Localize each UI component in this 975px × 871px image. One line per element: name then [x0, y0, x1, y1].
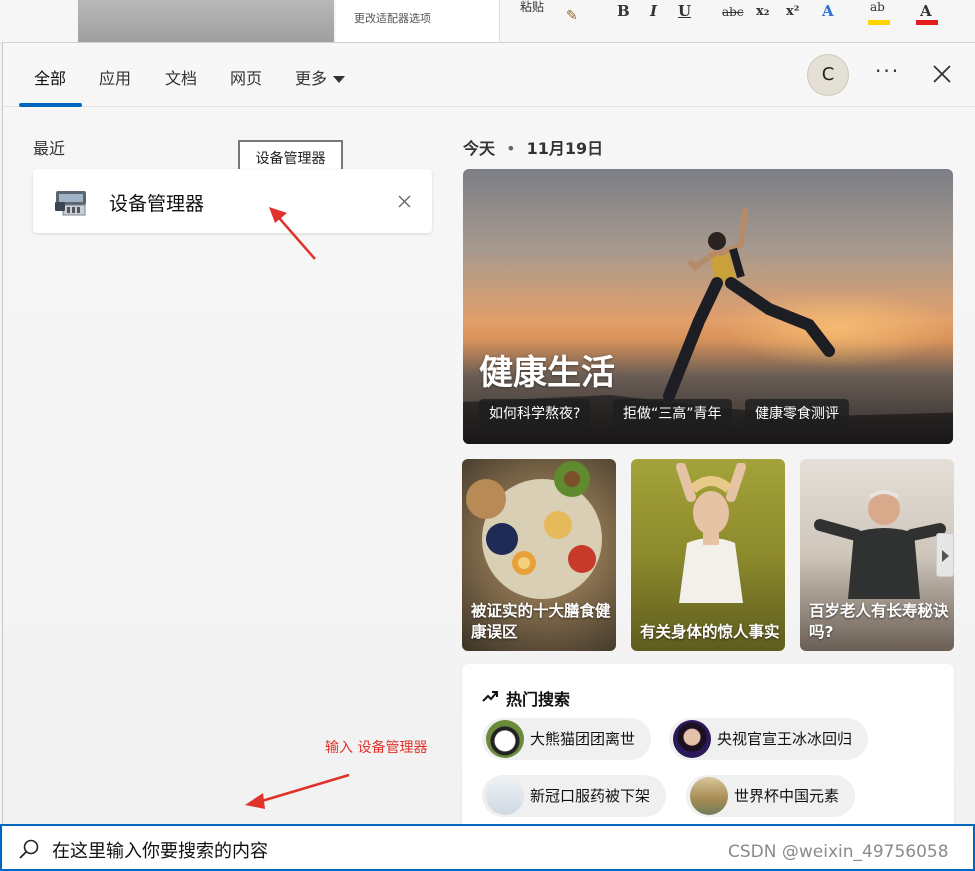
worldcup-thumbnail [690, 777, 728, 815]
trending-item[interactable]: 新冠口服药被下架 [482, 775, 667, 817]
highlight-color-bar [868, 20, 890, 25]
tab-apps[interactable]: 应用 [99, 65, 131, 89]
today-label: 今天 [463, 139, 496, 158]
person-thumbnail [673, 720, 711, 758]
today-header: 今天 • 11月19日 [463, 135, 603, 159]
news-card-title: 百岁老人有长寿秘诀吗? [809, 602, 949, 641]
medicine-thumbnail [486, 777, 524, 815]
runner-figure [663, 208, 835, 401]
trending-item-label: 央视官宣王冰冰回归 [717, 730, 853, 748]
remove-icon[interactable] [398, 195, 411, 208]
annotation-arrow-up [269, 207, 316, 260]
search-tabs: 全部 应用 文档 网页 更多 C ··· [3, 43, 975, 107]
superscript-button[interactable]: x² [786, 4, 799, 19]
hero-chip[interactable]: 如何科学熬夜? [479, 399, 591, 429]
more-options-button[interactable]: ··· [875, 59, 900, 83]
annotation-text: 输入 设备管理器 [325, 740, 428, 756]
tab-documents[interactable]: 文档 [165, 65, 197, 89]
trending-item[interactable]: 央视官宣王冰冰回归 [669, 718, 869, 760]
active-tab-indicator [19, 103, 82, 107]
search-input[interactable]: 在这里输入你要搜索的内容 [52, 837, 268, 863]
annotation-arrow-down [245, 773, 350, 809]
underline-button[interactable]: U [678, 2, 691, 20]
paste-button[interactable]: 粘贴 [520, 0, 544, 15]
salad-image [466, 461, 602, 599]
trending-item-label: 大熊猫团团离世 [530, 730, 636, 748]
strikethrough-button[interactable]: abc [722, 5, 744, 19]
trending-item-label: 世界杯中国元素 [734, 787, 840, 805]
format-painter-icon[interactable]: ✎ [566, 8, 578, 24]
highlight-button[interactable]: ab [870, 0, 885, 14]
hero-chip[interactable]: 健康零食测评 [745, 399, 849, 429]
recent-section-title: 最近 [33, 139, 66, 158]
woman-stretching-image [676, 463, 746, 603]
background-caption: 更改适配器选项 [336, 0, 500, 44]
hero-chip[interactable]: 拒做“三高”青年 [613, 399, 732, 429]
panda-thumbnail [486, 720, 524, 758]
subscript-button[interactable]: x₂ [756, 4, 769, 19]
news-card[interactable]: 有关身体的惊人事实 [631, 459, 785, 651]
hero-title: 健康生活 [479, 353, 615, 393]
date-separator: • [506, 139, 516, 158]
today-date: 11月19日 [526, 139, 604, 158]
news-card-title: 有关身体的惊人事实 [640, 623, 780, 641]
search-icon [19, 839, 39, 859]
news-card[interactable]: 百岁老人有长寿秘诀吗? [800, 459, 954, 651]
elderly-man-image [814, 490, 946, 599]
trending-item-label: 新冠口服药被下架 [530, 787, 651, 805]
background-word-toolbar: 更改适配器选项 粘贴 ✎ B I U abc x₂ x² A ab A [0, 0, 975, 44]
font-color-bar [916, 20, 938, 25]
news-card[interactable]: 被证实的十大膳食健康误区 [462, 459, 616, 651]
recent-item-device-manager[interactable]: 设备管理器 [33, 169, 432, 233]
background-thumbnail [78, 0, 334, 44]
trending-title: 热门搜索 [506, 690, 571, 709]
search-panel: 全部 应用 文档 网页 更多 C ··· 最近 设备管理器 设备管理器 输入 设… [2, 42, 975, 834]
italic-button[interactable]: I [650, 2, 657, 20]
hero-card[interactable]: 健康生活 如何科学熬夜? 拒做“三高”青年 健康零食测评 [463, 169, 953, 444]
tab-more[interactable]: 更多 [295, 65, 346, 89]
tab-more-label: 更多 [295, 69, 328, 88]
news-card-title: 被证实的十大膳食健康误区 [471, 602, 611, 641]
tab-web[interactable]: 网页 [230, 65, 262, 89]
trending-item[interactable]: 世界杯中国元素 [686, 775, 856, 817]
trending-item[interactable]: 大熊猫团团离世 [482, 718, 652, 760]
close-icon[interactable] [931, 63, 953, 85]
device-manager-icon [55, 191, 86, 216]
tab-all[interactable]: 全部 [34, 65, 66, 89]
bold-button[interactable]: B [617, 2, 630, 20]
recent-item-label: 设备管理器 [109, 193, 205, 215]
watermark: CSDN @weixin_49756058 [728, 842, 949, 862]
font-color-button[interactable]: A [920, 2, 932, 20]
next-card-button[interactable] [936, 533, 954, 577]
chevron-down-icon [333, 76, 346, 83]
trending-up-icon [482, 691, 498, 702]
trending-section: 热门搜索 大熊猫团团离世 央视官宣王冰冰回归 新冠口服药被下架 世界杯中国元素 [462, 664, 954, 834]
text-effects-button[interactable]: A [822, 2, 834, 20]
user-avatar[interactable]: C [807, 54, 849, 96]
